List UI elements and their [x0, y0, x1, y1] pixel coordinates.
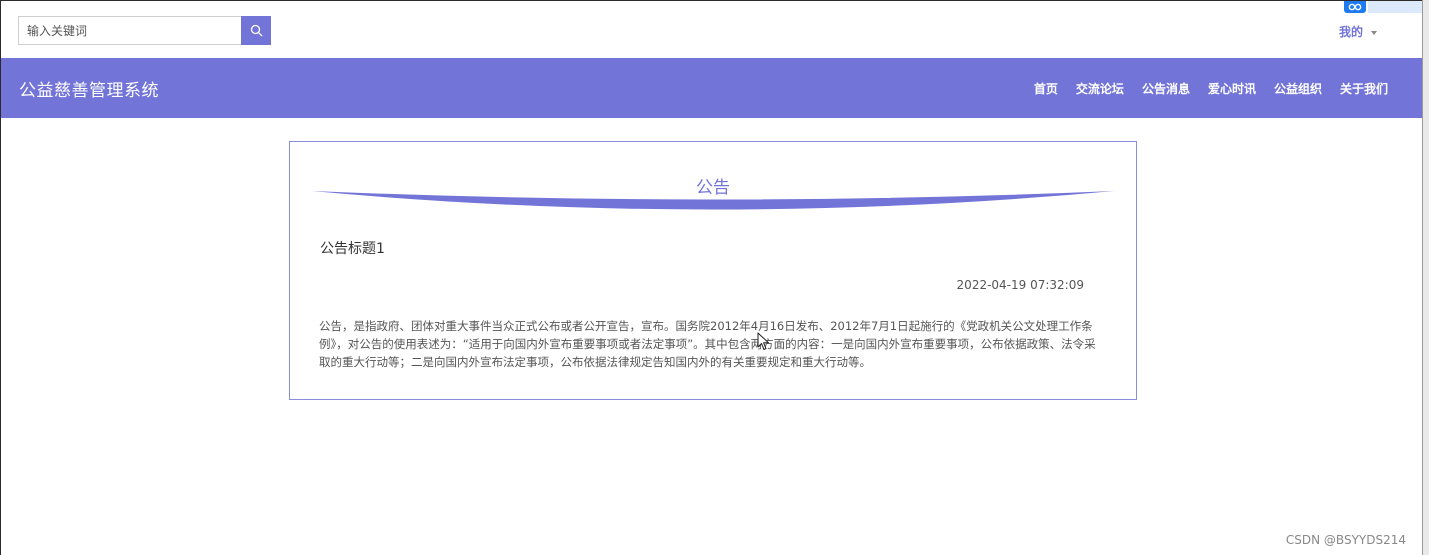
nav-item-announcements[interactable]: 公告消息 [1142, 80, 1190, 97]
mouse-cursor-icon [757, 332, 769, 350]
search-input[interactable] [18, 16, 241, 45]
caret-down-icon [1371, 30, 1378, 35]
announcement-body: 公告，是指政府、团体对重大事件当众正式公布或者公开宣告，宣布。国务院2012年4… [319, 319, 1096, 369]
header-nav-bar: 公益慈善管理系统 首页 交流论坛 公告消息 爱心时讯 公益组织 关于我们 [1, 58, 1423, 118]
overlay-strip [1368, 1, 1423, 13]
search-button[interactable] [241, 16, 271, 45]
user-menu[interactable]: 我的 [1339, 23, 1378, 40]
app-badge-icon [1344, 1, 1366, 13]
nav-item-forum[interactable]: 交流论坛 [1076, 80, 1124, 97]
announcement-timestamp: 2022-04-19 07:32:09 [956, 278, 1084, 292]
nav-item-charity-news[interactable]: 爱心时讯 [1208, 80, 1256, 97]
main-nav: 首页 交流论坛 公告消息 爱心时讯 公益组织 关于我们 [1034, 80, 1388, 97]
site-title: 公益慈善管理系统 [19, 81, 159, 101]
search-icon [250, 24, 262, 37]
nav-item-home[interactable]: 首页 [1034, 80, 1058, 97]
announcement-title: 公告标题1 [320, 241, 385, 257]
top-bar: 我的 [1, 1, 1423, 58]
heading-arc-decoration [312, 191, 1114, 210]
user-menu-label: 我的 [1339, 25, 1364, 39]
nav-item-organizations[interactable]: 公益组织 [1274, 80, 1322, 97]
announcement-card: 公告 公告标题1 2022-04-19 07:32:09 公告，是指政府、团体对… [289, 141, 1137, 400]
watermark: CSDN @BSYYDS214 [1285, 533, 1406, 547]
browser-viewport: 我的 公益慈善管理系统 首页 交流论坛 公告消息 爱心时讯 公益组织 关于我们 … [0, 0, 1423, 555]
nav-item-about[interactable]: 关于我们 [1340, 80, 1388, 97]
scrollbar[interactable] [1422, 0, 1429, 555]
